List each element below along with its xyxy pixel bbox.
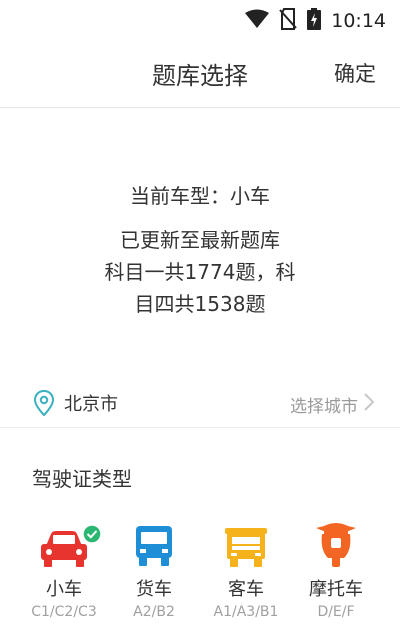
question-count-text-1: 科目一共1774题，科 <box>104 260 296 284</box>
vehicle-name: 小车 <box>46 579 82 600</box>
status-time: 10:14 <box>331 10 386 32</box>
vehicle-name: 客车 <box>228 579 264 600</box>
question-bank-summary: 当前车型：小车 已更新至最新题库 科目一共1774题，科 目四共1538题 <box>0 180 400 320</box>
location-pin-icon <box>33 389 55 420</box>
confirm-button[interactable]: 确定 <box>334 58 376 88</box>
vehicle-type-grid: 小车 C1/C2/C3 货车 A2/B2 客车 A1/A3/B1 摩托车 D/E… <box>0 518 400 638</box>
vehicle-option-car[interactable]: 小车 C1/C2/C3 <box>14 518 114 622</box>
truck-icon <box>134 524 174 572</box>
license-type-title: 驾驶证类型 <box>32 467 132 491</box>
motorcycle-icon <box>314 520 358 572</box>
city-row[interactable]: 北京市 选择城市 <box>0 380 400 428</box>
status-icons: 10:14 <box>245 8 386 34</box>
vehicle-option-truck[interactable]: 货车 A2/B2 <box>104 518 204 622</box>
vehicle-code: A1/A3/B1 <box>213 604 279 620</box>
current-vehicle-text: 当前车型：小车 <box>130 184 270 208</box>
no-sim-icon <box>279 8 297 34</box>
vehicle-option-motorcycle[interactable]: 摩托车 D/E/F <box>286 518 386 622</box>
chevron-right-icon <box>364 393 375 416</box>
vehicle-name: 摩托车 <box>309 579 363 600</box>
vehicle-option-bus[interactable]: 客车 A1/A3/B1 <box>196 518 296 622</box>
vehicle-name: 货车 <box>136 579 172 600</box>
selected-check-icon <box>82 524 102 548</box>
vehicle-code: C1/C2/C3 <box>31 604 97 620</box>
app-header: 题库选择 确定 <box>0 40 400 108</box>
update-status-text: 已更新至最新题库 <box>120 228 280 252</box>
choose-city-label: 选择城市 <box>290 397 358 417</box>
status-bar: 10:14 <box>0 0 400 40</box>
battery-charging-icon <box>307 8 322 34</box>
question-count-text-2: 目四共1538题 <box>134 292 266 316</box>
wifi-icon <box>245 9 270 33</box>
bus-icon <box>223 524 269 572</box>
choose-city-button[interactable]: 选择城市 <box>290 392 375 417</box>
city-name: 北京市 <box>64 394 118 415</box>
vehicle-code: A2/B2 <box>133 604 175 620</box>
vehicle-code: D/E/F <box>317 604 355 620</box>
